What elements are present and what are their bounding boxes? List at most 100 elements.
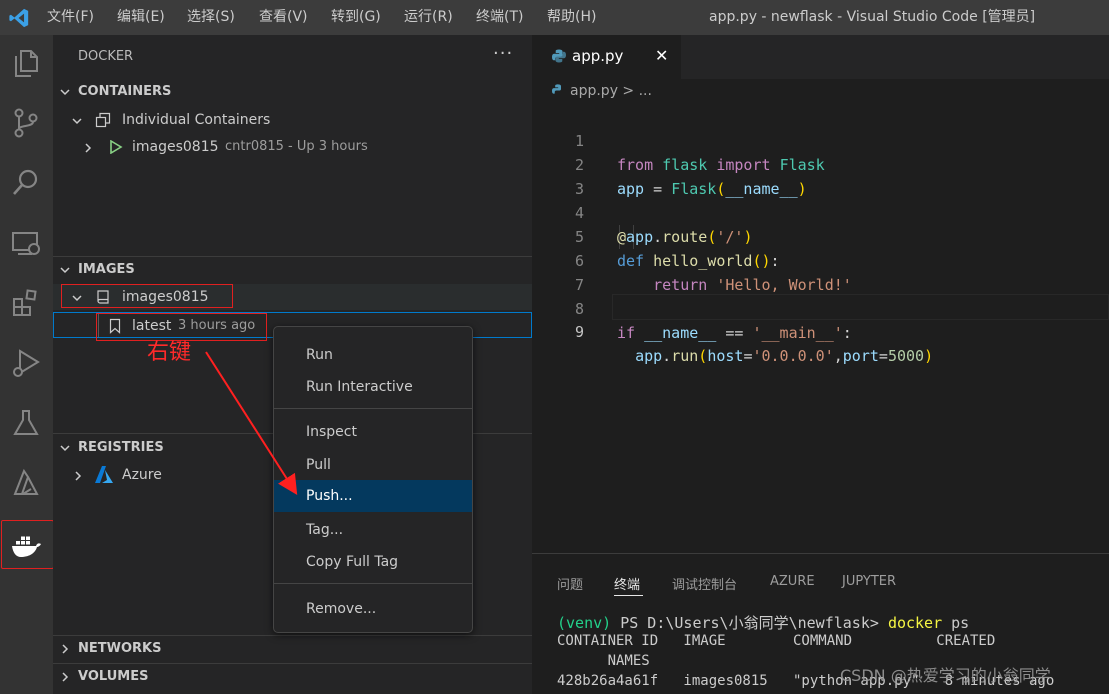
breadcrumb-text: app.py > ... (570, 83, 652, 99)
more-actions-icon[interactable]: ··· (493, 43, 513, 64)
title-bar: 文件(F) 编辑(E) 选择(S) 查看(V) 转到(G) 运行(R) 终端(T… (0, 0, 1109, 35)
context-menu: Run Run Interactive Inspect Pull Push...… (273, 326, 473, 633)
python-file-icon (552, 49, 566, 63)
menu-item-copy-full-tag[interactable]: Copy Full Tag (274, 546, 472, 578)
registry-azure-label: Azure (122, 467, 162, 483)
search-icon[interactable] (8, 165, 44, 201)
menu-item-pull[interactable]: Pull (274, 449, 472, 481)
tab-app-py[interactable]: app.py ✕ (532, 35, 681, 79)
editor-tab-bar: app.py ✕ (532, 35, 1109, 79)
menu-item-run[interactable]: Run (274, 339, 472, 371)
code-line-2[interactable]: 2 app = Flask(__name__) (532, 129, 1109, 198)
images-section-header[interactable]: IMAGES (53, 258, 532, 282)
activity-bar (0, 35, 54, 694)
annotation-box-image-repo (61, 284, 233, 308)
terminal-output-header: CONTAINER ID IMAGE COMMAND CREATED (557, 633, 996, 649)
menu-item-run-interactive[interactable]: Run Interactive (274, 371, 472, 403)
section-divider (53, 663, 532, 664)
menu-terminal[interactable]: 终端(T) (476, 0, 523, 35)
terminal-path: PS D:\Users\小翁同学\newflask> (611, 614, 888, 632)
container-item[interactable]: images0815 cntr0815 - Up 3 hours (53, 134, 532, 160)
individual-containers-group[interactable]: Individual Containers (53, 107, 532, 133)
code-line-1[interactable]: 1 from flask import Flask (532, 105, 1109, 174)
watermark: CSDN @热爱学习的小翁同学 (840, 666, 1051, 685)
menu-edit[interactable]: 编辑(E) (117, 0, 165, 35)
active-tab-underline (614, 595, 643, 596)
menu-separator (274, 408, 472, 409)
window-title: app.py - newflask - Visual Studio Code [… (709, 9, 1036, 25)
vscode-logo-icon (9, 8, 29, 28)
terminal-command: docker (887, 614, 943, 632)
annotation-right-click-label: 右键 (147, 340, 192, 365)
chevron-right-icon (62, 644, 69, 654)
menu-item-remove[interactable]: Remove... (274, 593, 472, 625)
code-line-7[interactable]: 7 (532, 249, 1109, 294)
menu-go[interactable]: 转到(G) (331, 0, 381, 35)
code-line-4[interactable]: 4 @app.route('/') (532, 177, 1109, 246)
menu-run[interactable]: 运行(R) (404, 0, 453, 35)
python-file-icon (552, 84, 562, 94)
networks-header-label: NETWORKS (78, 641, 162, 656)
terminal-venv: (venv) (557, 614, 612, 632)
registries-header-label: REGISTRIES (78, 440, 164, 455)
menu-item-push[interactable]: Push... (274, 480, 472, 512)
tab-label: app.py (572, 47, 624, 65)
docker-icon[interactable] (8, 527, 44, 563)
group-icon (95, 112, 111, 128)
containers-header-label: CONTAINERS (78, 84, 172, 99)
containers-section-header[interactable]: CONTAINERS (53, 80, 532, 104)
container-name: images0815 (132, 139, 219, 155)
menu-file[interactable]: 文件(F) (47, 0, 94, 35)
menu-item-inspect[interactable]: Inspect (274, 416, 472, 448)
terminal-output-header-names: NAMES (557, 653, 650, 669)
editor-area: app.py ✕ app.py > ... 1 from flask impor… (532, 35, 1109, 553)
chevron-right-icon (62, 672, 69, 682)
chevron-right-icon (75, 471, 82, 481)
images-header-label: IMAGES (78, 262, 135, 277)
close-icon[interactable]: ✕ (655, 46, 668, 65)
volumes-header-label: VOLUMES (78, 669, 149, 684)
azure-logo-icon (95, 466, 113, 483)
remote-explorer-icon[interactable] (8, 225, 44, 261)
testing-icon[interactable] (8, 405, 44, 441)
chevron-down-icon (72, 118, 82, 125)
chevron-right-icon (85, 143, 92, 153)
networks-section-header[interactable]: NETWORKS (53, 637, 532, 661)
extensions-icon[interactable] (8, 285, 44, 321)
section-divider (53, 256, 532, 257)
line-number: 9 (574, 323, 584, 341)
run-debug-icon[interactable] (8, 345, 44, 381)
code-text: app.run(host='0.0.0.0',port=5000) (635, 347, 934, 365)
menu-selection[interactable]: 选择(S) (187, 0, 235, 35)
tab-azure[interactable]: AZURE (770, 574, 815, 589)
tab-problems[interactable]: 问题 (557, 574, 583, 593)
terminal-prompt-line[interactable]: (venv) PS D:\Users\小翁同学\newflask> docker… (557, 612, 969, 633)
menu-separator (274, 583, 472, 584)
container-detail: cntr0815 - Up 3 hours (225, 139, 368, 154)
individual-containers-label: Individual Containers (122, 112, 271, 128)
chevron-down-icon (60, 89, 70, 96)
tab-terminal[interactable]: 终端 (614, 574, 640, 593)
menu-item-tag[interactable]: Tag... (274, 514, 472, 546)
explorer-icon[interactable] (8, 45, 44, 81)
breadcrumb[interactable]: app.py > ... (552, 83, 652, 99)
code-line-5[interactable]: 5 def hello_world(): (532, 201, 1109, 270)
code-line-9[interactable]: 9 app.run(host='0.0.0.0',port=5000) (532, 296, 1109, 365)
chevron-down-icon (60, 267, 70, 274)
tab-jupyter[interactable]: JUPYTER (842, 574, 896, 589)
terminal-command-arg: ps (942, 614, 970, 632)
running-triangle-icon (110, 140, 123, 154)
chevron-down-icon (60, 445, 70, 452)
code-line-6[interactable]: 6 return 'Hello, World!' (532, 225, 1109, 294)
menu-help[interactable]: 帮助(H) (547, 0, 596, 35)
sidebar-title: DOCKER (78, 49, 134, 64)
tab-debug-console[interactable]: 调试控制台 (672, 574, 737, 593)
source-control-icon[interactable] (8, 105, 44, 141)
azure-icon[interactable] (8, 465, 44, 501)
section-divider (53, 635, 532, 636)
code-text: if __name__ == '__main__': (617, 324, 852, 342)
code-line-8[interactable]: 8 if __name__ == '__main__': (532, 273, 1109, 342)
menu-view[interactable]: 查看(V) (259, 0, 308, 35)
code-line-3[interactable]: 3 (532, 153, 1109, 198)
volumes-section-header[interactable]: VOLUMES (53, 665, 532, 689)
